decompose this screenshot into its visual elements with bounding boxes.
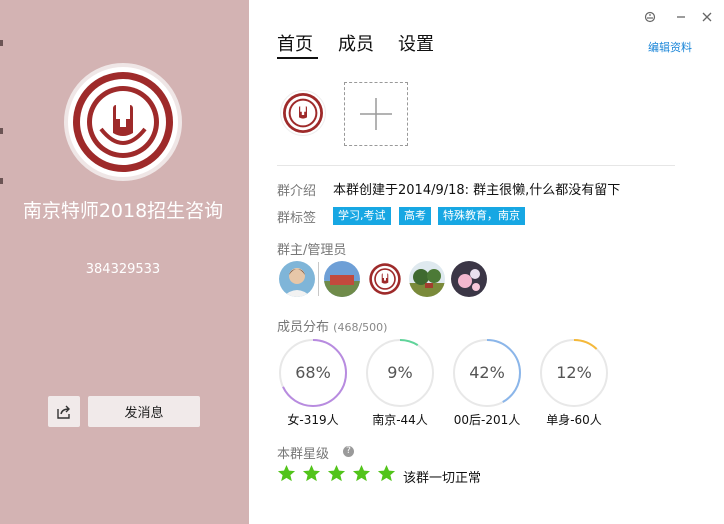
ring-caption: 00后-201人 [453,413,521,427]
tags-label: 群标签 [277,211,317,226]
star-rating [277,464,396,483]
intro-text: 本群创建于2014/9/18: 群主很懒,什么都没有留下 [333,183,621,198]
distribution-label: 成员分布 (468/500) [277,316,387,335]
ring-caption: 女-319人 [287,413,339,427]
level-status: 该群一切正常 [403,471,482,486]
admin-avatar[interactable] [451,261,487,297]
admin-avatar[interactable] [409,261,445,297]
close-icon[interactable] [698,8,716,26]
edge-mark [0,40,3,46]
university-logo-icon [283,93,323,133]
star-icon [377,464,396,482]
edge-mark [0,128,3,134]
add-photo-button[interactable] [344,82,408,146]
edit-profile-link[interactable]: 编辑资料 [648,39,692,55]
star-icon [277,464,296,482]
intro-label: 群介绍 [277,184,317,199]
distribution-ring[interactable]: 42% [452,338,522,408]
ring-caption: 单身-60人 [546,413,602,427]
university-logo-icon [73,72,173,172]
distribution-ring[interactable]: 68% [278,338,348,408]
tab-home[interactable]: 首页 [277,30,313,56]
ring-percent: 9% [387,363,413,382]
star-icon [327,464,346,482]
plus-icon [360,98,392,130]
group-photo[interactable] [280,90,326,136]
minimize-icon[interactable] [672,8,690,26]
ring-percent: 68% [295,363,331,382]
level-label: 本群星级 [277,447,330,462]
admins-label: 群主/管理员 [277,243,347,258]
tag-item[interactable]: 学习,考试 [333,207,391,225]
share-icon [57,405,70,419]
distribution-ring[interactable]: 9% [365,338,435,408]
ring-percent: 42% [469,363,505,382]
ring-caption: 南京-44人 [372,413,428,427]
edge-mark [0,178,3,184]
divider [277,165,675,166]
member-count: (468/500) [333,321,388,334]
group-profile-panel: 南京特师2018招生咨询 384329533 发消息 [0,0,249,524]
group-name: 南京特师2018招生咨询 [22,200,224,222]
group-avatar[interactable] [64,63,182,181]
star-icon [352,464,371,482]
settings-icon[interactable] [641,8,659,26]
admin-avatar[interactable] [367,261,403,297]
tab-members[interactable]: 成员 [338,30,374,56]
group-number: 384329533 [85,262,161,277]
distribution-title: 成员分布 [277,320,330,335]
separator [318,262,319,296]
ring-percent: 12% [556,363,592,382]
share-button[interactable] [48,396,80,427]
active-tab-indicator [277,57,318,59]
tab-settings[interactable]: 设置 [398,30,434,56]
admin-avatar[interactable] [324,261,360,297]
tag-item[interactable]: 高考 [399,207,431,225]
send-message-button[interactable]: 发消息 [88,396,200,427]
star-icon [302,464,321,482]
owner-avatar[interactable] [279,261,315,297]
help-icon[interactable]: ? [343,446,354,457]
distribution-ring[interactable]: 12% [539,338,609,408]
tag-item[interactable]: 特殊教育，南京 [438,207,525,225]
